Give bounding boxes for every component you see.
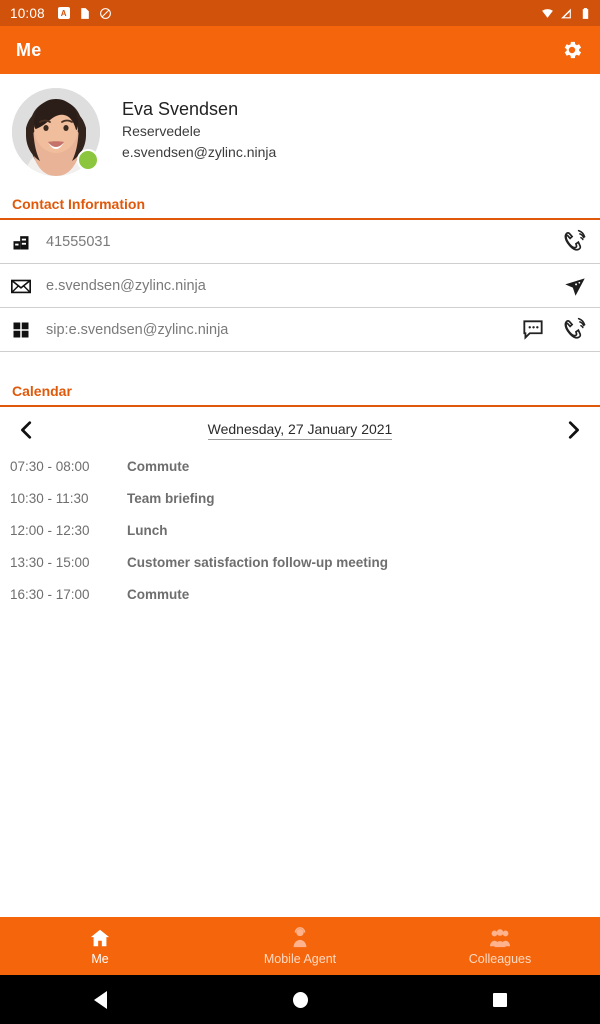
- status-bar-clock: 10:08: [10, 5, 45, 21]
- battery-icon: [582, 7, 589, 19]
- send-mail-icon[interactable]: [562, 273, 588, 299]
- app-bar: Me: [0, 26, 600, 74]
- calendar-current-date[interactable]: Wednesday, 27 January 2021: [207, 421, 393, 440]
- status-bar-notification-icons: A: [57, 7, 112, 20]
- nav-item-colleagues[interactable]: Colleagues: [400, 927, 600, 966]
- nav-label-mobile-agent: Mobile Agent: [263, 951, 337, 966]
- call-icon[interactable]: [562, 317, 588, 343]
- calendar-event-item[interactable]: 16:30 - 17:00 Commute: [0, 579, 600, 611]
- contact-actions-phone: [562, 229, 588, 255]
- status-bar-system-icons: [541, 7, 592, 20]
- event-time: 12:00 - 12:30: [10, 523, 90, 538]
- android-system-navigation: [0, 975, 600, 1024]
- call-icon[interactable]: [562, 229, 588, 255]
- contact-actions-email: [562, 273, 588, 299]
- calendar-date-navigation: Wednesday, 27 January 2021: [0, 407, 600, 451]
- event-title: Team briefing: [127, 491, 215, 506]
- profile-details: Eva Svendsen Reservedele e.svendsen@zyli…: [122, 88, 276, 163]
- android-recents-button[interactable]: [400, 992, 600, 1007]
- back-triangle-icon: [93, 990, 107, 1009]
- chevron-right-icon[interactable]: [562, 419, 584, 441]
- nav-item-me[interactable]: Me: [0, 927, 200, 966]
- profile-name: Eva Svendsen: [122, 99, 239, 119]
- chat-bubble-icon[interactable]: [520, 317, 546, 343]
- event-title: Customer satisfaction follow-up meeting: [127, 555, 389, 570]
- event-title: Commute: [127, 459, 190, 474]
- chevron-left-icon[interactable]: [16, 419, 38, 441]
- event-time: 07:30 - 08:00: [10, 459, 90, 474]
- contact-row-sip[interactable]: sip:e.svendsen@zylinc.ninja: [0, 308, 600, 352]
- cellular-signal-icon: [561, 8, 571, 18]
- sd-card-icon: [81, 7, 89, 19]
- nav-label-me: Me: [91, 951, 109, 966]
- gear-icon[interactable]: [560, 38, 584, 62]
- page-title: Me: [16, 39, 42, 60]
- calendar-event-list: 07:30 - 08:00 Commute 10:30 - 11:30 Team…: [0, 451, 600, 611]
- event-time: 13:30 - 15:00: [10, 555, 90, 570]
- app-notification-icon: A: [57, 7, 70, 19]
- nav-label-colleagues: Colleagues: [468, 951, 532, 966]
- grid-squares-icon: [8, 321, 34, 339]
- nav-item-mobile-agent[interactable]: Mobile Agent: [200, 926, 400, 966]
- avatar-wrapper: [12, 88, 100, 176]
- profile-card[interactable]: Eva Svendsen Reservedele e.svendsen@zyli…: [0, 74, 600, 188]
- profile-department: Reservedele: [122, 123, 201, 140]
- android-home-button[interactable]: [200, 991, 400, 1008]
- profile-email: e.svendsen@zylinc.ninja: [122, 144, 277, 161]
- calendar-event-item[interactable]: 07:30 - 08:00 Commute: [0, 451, 600, 483]
- event-time: 16:30 - 17:00: [10, 587, 90, 602]
- contact-value-sip: sip:e.svendsen@zylinc.ninja: [46, 321, 229, 338]
- home-circle-icon: [292, 991, 308, 1008]
- calendar-event-item[interactable]: 10:30 - 11:30 Team briefing: [0, 483, 600, 515]
- office-building-icon: [8, 232, 34, 252]
- event-time: 10:30 - 11:30: [10, 491, 89, 506]
- person-agent-icon: [293, 926, 307, 947]
- do-not-disturb-icon: [99, 7, 111, 19]
- contact-value-email: e.svendsen@zylinc.ninja: [46, 277, 206, 294]
- contact-row-email[interactable]: e.svendsen@zylinc.ninja: [0, 264, 600, 308]
- event-title: Commute: [127, 587, 190, 602]
- status-bar: 10:08 A: [0, 0, 600, 26]
- calendar-header: Calendar: [0, 375, 600, 407]
- contact-value-phone: 41555031: [46, 233, 111, 250]
- event-title: Lunch: [127, 523, 168, 538]
- recents-square-icon: [493, 992, 507, 1007]
- people-group-icon: [489, 928, 511, 947]
- home-icon: [90, 929, 110, 946]
- bottom-navigation-bar: Me Mobile Agent Colleagues: [0, 917, 600, 975]
- wifi-icon: [542, 8, 553, 18]
- contact-row-phone[interactable]: 41555031: [0, 220, 600, 264]
- contact-information-header: Contact Information: [0, 188, 600, 220]
- envelope-icon: [8, 275, 34, 297]
- calendar-event-item[interactable]: 12:00 - 12:30 Lunch: [0, 515, 600, 547]
- android-back-button[interactable]: [0, 990, 200, 1009]
- presence-status-indicator: [77, 149, 99, 171]
- calendar-event-item[interactable]: 13:30 - 15:00 Customer satisfaction foll…: [0, 547, 600, 579]
- contact-actions-sip: [520, 317, 588, 343]
